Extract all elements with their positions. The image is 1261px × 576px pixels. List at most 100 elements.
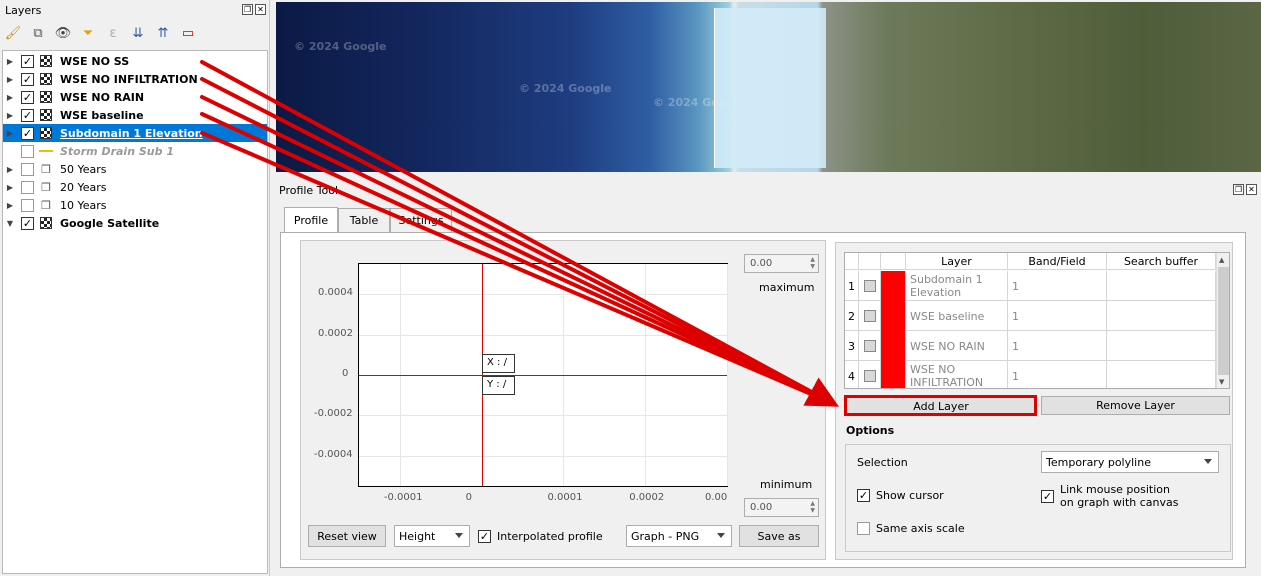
layer-tree-item[interactable]: ▶ ❐ 10 Years bbox=[3, 196, 267, 214]
table-cell-buffer[interactable] bbox=[1107, 301, 1216, 331]
checkbox-checked-icon[interactable]: ✓ bbox=[1041, 489, 1054, 503]
chevron-right-icon[interactable]: ▶ bbox=[3, 111, 17, 120]
grid-line-horizontal bbox=[359, 415, 727, 417]
table-cell-band[interactable]: 1 bbox=[1008, 331, 1107, 361]
table-cell-buffer[interactable] bbox=[1107, 361, 1216, 388]
grid-line-horizontal bbox=[359, 334, 727, 336]
tab-profile[interactable]: Profile bbox=[284, 207, 338, 233]
table-row[interactable]: 1 Subdomain 1 Elevation 1 bbox=[845, 271, 1216, 301]
table-cell-band[interactable]: 1 bbox=[1008, 301, 1107, 331]
tab-settings[interactable]: Settings bbox=[390, 208, 452, 232]
save-as-button[interactable]: Save as bbox=[739, 525, 819, 547]
checkbox-unchecked-icon[interactable] bbox=[857, 522, 870, 535]
checkbox-icon[interactable] bbox=[863, 340, 876, 352]
visibility-eye-icon[interactable]: 👁 bbox=[54, 24, 72, 42]
reset-view-button[interactable]: Reset view bbox=[308, 525, 386, 547]
chevron-right-icon[interactable]: ▶ bbox=[3, 75, 17, 84]
checkbox-checked-icon[interactable]: ✓ bbox=[21, 126, 34, 140]
chevron-right-icon[interactable]: ▶ bbox=[3, 93, 17, 102]
selection-combo[interactable]: Temporary polyline bbox=[1041, 451, 1219, 473]
checkbox-icon[interactable] bbox=[863, 370, 876, 382]
chevron-right-icon[interactable]: ▶ bbox=[3, 57, 17, 66]
style-brush-icon[interactable]: 🖌 bbox=[4, 24, 22, 42]
table-header-buffer[interactable]: Search buffer bbox=[1107, 253, 1216, 270]
table-cell-checkbox[interactable] bbox=[859, 271, 881, 301]
float-icon[interactable]: ❐ bbox=[1233, 184, 1244, 195]
layer-tree-item[interactable]: Storm Drain Sub 1 bbox=[3, 142, 267, 160]
layer-tree-item[interactable]: ▶ ✓ Subdomain 1 Elevation bbox=[3, 124, 267, 142]
chevron-right-icon[interactable]: ▶ bbox=[3, 201, 17, 210]
maximum-spinbox[interactable]: 0.00 ▲ ▼ bbox=[744, 254, 819, 273]
float-icon[interactable]: ❐ bbox=[242, 4, 253, 15]
table-cell-band[interactable]: 1 bbox=[1008, 271, 1107, 301]
checkbox-unchecked-icon[interactable] bbox=[21, 162, 34, 176]
chevron-right-icon[interactable]: ▶ bbox=[3, 165, 17, 174]
layer-tree-item[interactable]: ▶ ✓ WSE NO RAIN bbox=[3, 88, 267, 106]
table-scrollbar[interactable]: ▲ ▼ bbox=[1216, 253, 1229, 388]
layer-name: 50 Years bbox=[60, 162, 107, 176]
table-cell-checkbox[interactable] bbox=[859, 361, 881, 388]
same-axis-checkbox[interactable]: Same axis scale bbox=[857, 522, 965, 535]
layer-tree-item[interactable]: ▶ ✓ WSE NO INFILTRATION bbox=[3, 70, 267, 88]
layer-tree-item[interactable]: ▶ ❐ 50 Years bbox=[3, 160, 267, 178]
close-icon[interactable]: ✕ bbox=[255, 4, 266, 15]
add-group-icon[interactable]: ⧉ bbox=[29, 24, 47, 42]
table-row[interactable]: 4 WSE NO INFILTRATION 1 bbox=[845, 361, 1216, 388]
chevron-right-icon[interactable]: ▶ bbox=[3, 183, 17, 192]
layer-tree-item[interactable]: ▶ ❐ 20 Years bbox=[3, 178, 267, 196]
table-header-layer[interactable]: Layer bbox=[906, 253, 1008, 270]
collapse-all-icon[interactable]: ⇈ bbox=[154, 24, 172, 42]
chevron-right-icon[interactable]: ▶ bbox=[3, 129, 17, 138]
layer-color-swatch[interactable] bbox=[881, 301, 906, 331]
options-group: Selection Temporary polyline ✓ Show curs… bbox=[845, 444, 1231, 552]
interpolated-profile-checkbox[interactable]: ✓ Interpolated profile bbox=[478, 530, 603, 543]
spin-arrows-icon[interactable]: ▲ ▼ bbox=[810, 500, 815, 514]
checkbox-checked-icon[interactable]: ✓ bbox=[21, 216, 34, 230]
profile-tool-panel: Profile Tool ❐ ✕ Profile Table Settings … bbox=[276, 180, 1261, 576]
checkbox-checked-icon[interactable]: ✓ bbox=[21, 72, 34, 86]
layer-color-swatch[interactable] bbox=[881, 271, 906, 301]
table-cell-checkbox[interactable] bbox=[859, 301, 881, 331]
show-cursor-checkbox[interactable]: ✓ Show cursor bbox=[857, 489, 944, 502]
table-row[interactable]: 3 WSE NO RAIN 1 bbox=[845, 331, 1216, 361]
chevron-down-icon[interactable]: ▼ bbox=[3, 219, 17, 228]
export-format-combo[interactable]: Graph - PNG bbox=[626, 525, 732, 547]
scroll-up-icon[interactable]: ▲ bbox=[1219, 256, 1224, 264]
checkbox-checked-icon[interactable]: ✓ bbox=[21, 108, 34, 122]
tab-table[interactable]: Table bbox=[338, 208, 390, 232]
checkbox-checked-icon[interactable]: ✓ bbox=[478, 530, 491, 543]
table-cell-buffer[interactable] bbox=[1107, 271, 1216, 301]
scroll-down-icon[interactable]: ▼ bbox=[1219, 378, 1224, 386]
map-canvas[interactable]: © 2024 Google © 2024 Google © 2024 Googl… bbox=[276, 2, 1261, 172]
checkbox-checked-icon[interactable]: ✓ bbox=[857, 489, 870, 502]
checkbox-icon[interactable] bbox=[863, 280, 876, 292]
spin-arrows-icon[interactable]: ▲ ▼ bbox=[810, 256, 815, 270]
layer-tree-item[interactable]: ▶ ✓ WSE baseline bbox=[3, 106, 267, 124]
layer-color-swatch[interactable] bbox=[881, 361, 906, 388]
remove-layer-icon[interactable]: ▭ bbox=[179, 24, 197, 42]
remove-layer-button[interactable]: Remove Layer bbox=[1041, 396, 1230, 415]
table-cell-checkbox[interactable] bbox=[859, 331, 881, 361]
close-icon[interactable]: ✕ bbox=[1246, 184, 1257, 195]
checkbox-icon[interactable] bbox=[863, 310, 876, 322]
layer-color-swatch[interactable] bbox=[881, 331, 906, 361]
table-cell-buffer[interactable] bbox=[1107, 331, 1216, 361]
expression-filter-icon[interactable]: ε bbox=[104, 24, 122, 42]
height-combo[interactable]: Height bbox=[394, 525, 470, 547]
expand-all-icon[interactable]: ⇊ bbox=[129, 24, 147, 42]
layer-tree-item[interactable]: ▶ ✓ WSE NO SS bbox=[3, 52, 267, 70]
profile-plot[interactable] bbox=[358, 263, 728, 487]
checkbox-checked-icon[interactable]: ✓ bbox=[21, 54, 34, 68]
scroll-thumb[interactable] bbox=[1218, 267, 1229, 375]
filter-icon[interactable]: ⏷ bbox=[79, 24, 97, 42]
checkbox-unchecked-icon[interactable] bbox=[21, 144, 34, 158]
layer-tree-item[interactable]: ▼ ✓ Google Satellite bbox=[3, 214, 267, 232]
table-header-band[interactable]: Band/Field bbox=[1008, 253, 1107, 270]
minimum-spinbox[interactable]: 0.00 ▲ ▼ bbox=[744, 498, 819, 517]
table-cell-band[interactable]: 1 bbox=[1008, 361, 1107, 388]
checkbox-unchecked-icon[interactable] bbox=[21, 180, 34, 194]
checkbox-checked-icon[interactable]: ✓ bbox=[21, 90, 34, 104]
link-mouse-checkbox[interactable]: ✓ Link mouse position on graph with canv… bbox=[1041, 483, 1180, 509]
table-row[interactable]: 2 WSE baseline 1 bbox=[845, 301, 1216, 331]
checkbox-unchecked-icon[interactable] bbox=[21, 198, 34, 212]
